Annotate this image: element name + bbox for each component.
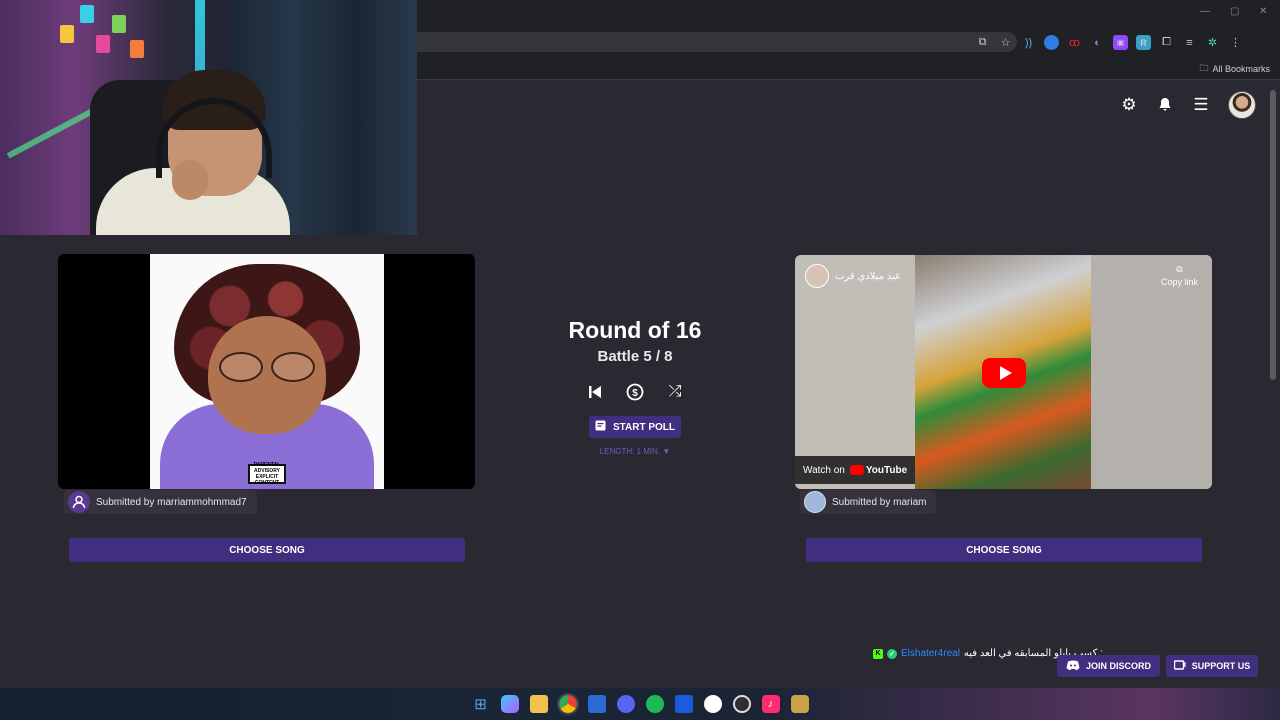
file-explorer-icon[interactable]: [529, 695, 548, 713]
previous-icon[interactable]: [584, 381, 606, 403]
watch-on-youtube-link[interactable]: Watch on YouTube: [795, 456, 916, 484]
wall-posters: [60, 5, 160, 75]
menu-icon[interactable]: ☰: [1192, 95, 1210, 114]
poll-icon: [595, 420, 606, 434]
bitwarden-icon[interactable]: [674, 695, 693, 713]
right-youtube-player[interactable]: عيد ميلادي قرب ⧉ Copy link Watch on YouT…: [795, 255, 1212, 489]
channel-avatar: [805, 264, 829, 288]
star-icon[interactable]: ☆: [998, 35, 1013, 50]
spotify-icon[interactable]: [645, 695, 664, 713]
chrome-icon[interactable]: [556, 693, 579, 715]
ext-red-icon[interactable]: ꝏ: [1067, 35, 1082, 50]
start-poll-button[interactable]: START POLL: [589, 416, 681, 438]
round-title: Round of 16: [568, 317, 702, 343]
store-icon[interactable]: [587, 695, 606, 713]
battle-controls: $ ⤮: [584, 381, 686, 403]
steam-icon[interactable]: [703, 695, 722, 713]
svg-text:$: $: [632, 388, 638, 399]
left-choose-song-button[interactable]: CHOOSE SONG: [69, 538, 465, 562]
ext-purple-icon[interactable]: ◐: [1090, 35, 1105, 50]
webcam-overlay: [0, 0, 417, 235]
ext-audio-icon[interactable]: )): [1021, 35, 1036, 50]
page-scrollbar[interactable]: [1270, 90, 1276, 380]
restore-icon[interactable]: ▢: [1230, 6, 1239, 17]
left-submitter: Submitted by marriammohmmad7: [64, 490, 257, 514]
address-bar[interactable]: [417, 32, 1017, 52]
puzzle-icon[interactable]: ⧠: [1159, 35, 1174, 50]
close-icon[interactable]: ✕: [1259, 6, 1267, 17]
ext-gear-icon[interactable]: ✲: [1205, 35, 1220, 50]
youtube-channel[interactable]: عيد ميلادي قرب: [805, 264, 901, 288]
obs-icon[interactable]: [732, 695, 751, 713]
youtube-play-button[interactable]: [982, 358, 1026, 388]
folder-icon: 🗀: [1199, 63, 1209, 73]
submitter-avatar: [804, 491, 826, 513]
right-submitter: Submitted by mariam: [800, 490, 937, 514]
user-silhouette-icon: [68, 491, 90, 513]
windows-taskbar: ⊞ ♪: [0, 688, 1280, 720]
left-song-player[interactable]: PARENTAL ADVISORY EXPLICIT CONTENT: [58, 254, 475, 489]
copy-link-button[interactable]: ⧉ Copy link: [1161, 264, 1198, 287]
chat-username: Elshater4real: [901, 648, 960, 659]
menu-dots-icon[interactable]: ⋮: [1228, 35, 1243, 50]
cup-icon: [1173, 659, 1186, 673]
gear-icon[interactable]: ⚙: [1120, 95, 1138, 114]
ext-r-icon[interactable]: R: [1136, 35, 1151, 50]
right-choose-song-button[interactable]: CHOOSE SONG: [806, 538, 1202, 562]
parental-advisory-label: PARENTAL ADVISORY EXPLICIT CONTENT: [248, 462, 286, 486]
extensions-bar: ⧉ ☆ )) ꝏ ◐ ▣ R ⧠ ≡ ✲ ⋮: [975, 35, 1243, 50]
user-avatar[interactable]: [1228, 91, 1256, 119]
windows-start-icon[interactable]: ⊞: [472, 695, 490, 713]
poll-length-dropdown[interactable]: LENGTH: 1 MIN. ▼: [560, 447, 710, 456]
site-header-icons: ⚙ ☰: [1120, 91, 1256, 119]
media-icon[interactable]: ≡: [1182, 35, 1197, 50]
discord-icon: [1066, 660, 1080, 673]
bell-icon[interactable]: [1156, 96, 1174, 114]
tiktok-icon[interactable]: ♪: [761, 695, 780, 713]
shuffle-icon[interactable]: ⤮: [664, 381, 686, 403]
all-bookmarks[interactable]: 🗀 All Bookmarks: [1199, 61, 1270, 77]
discord-app-icon[interactable]: [616, 695, 635, 713]
game-launcher-icon[interactable]: [790, 695, 809, 713]
money-icon[interactable]: $: [624, 381, 646, 403]
album-art: PARENTAL ADVISORY EXPLICIT CONTENT: [150, 254, 384, 489]
copy-icon: ⧉: [1176, 264, 1183, 274]
battle-counter: Battle 5 / 8: [597, 348, 673, 365]
join-discord-button[interactable]: JOIN DISCORD: [1057, 655, 1160, 677]
cast-icon[interactable]: ⧉: [975, 35, 990, 50]
ext-blue-icon[interactable]: [1044, 35, 1059, 50]
verified-badge-icon: ✓: [887, 648, 897, 659]
copilot-icon[interactable]: [500, 695, 519, 713]
kick-badge-icon: K: [873, 648, 883, 659]
minimize-icon[interactable]: —: [1200, 6, 1210, 17]
support-us-button[interactable]: SUPPORT US: [1166, 655, 1258, 677]
youtube-logo: YouTube: [849, 465, 907, 476]
ext-twitch-icon[interactable]: ▣: [1113, 35, 1128, 50]
